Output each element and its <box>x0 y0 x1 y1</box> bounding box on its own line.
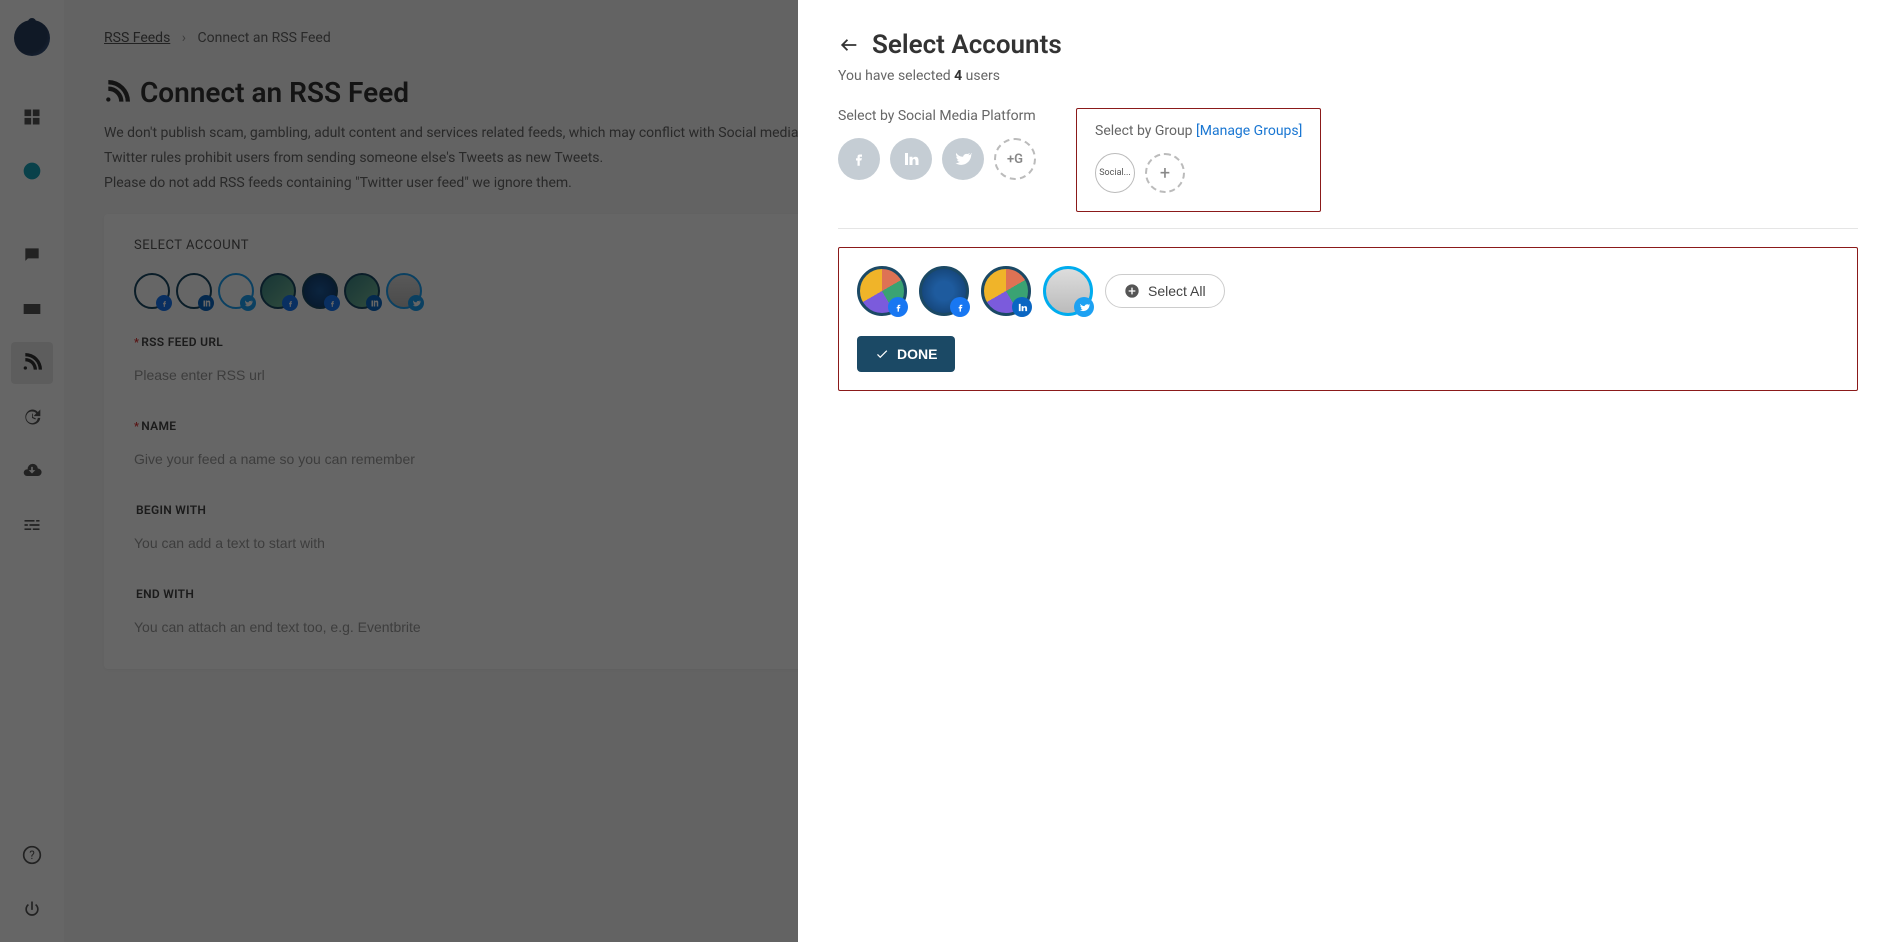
sub-prefix: You have selected <box>838 68 951 84</box>
group-chip[interactable]: Social... <box>1095 153 1135 193</box>
select-accounts-panel: Select Accounts You have selected 4 user… <box>798 0 1898 942</box>
panel-title: Select Accounts <box>872 30 1062 60</box>
divider <box>838 228 1858 229</box>
twitter-icon <box>1079 302 1090 313</box>
add-platform-button[interactable]: +G <box>994 138 1036 180</box>
done-label: DONE <box>897 346 937 362</box>
sub-count: 4 <box>954 68 962 84</box>
select-all-label: Select All <box>1148 283 1206 299</box>
account-avatar-3[interactable] <box>981 266 1031 316</box>
plus-circle-icon <box>1124 283 1140 299</box>
group-label-row: Select by Group [Manage Groups] <box>1095 123 1302 139</box>
platform-linkedin[interactable] <box>890 138 932 180</box>
arrow-left-icon <box>838 34 860 56</box>
account-avatar-2[interactable] <box>919 266 969 316</box>
select-by-platform: Select by Social Media Platform +G <box>838 108 1036 212</box>
manage-groups-link[interactable]: [Manage Groups] <box>1196 123 1302 139</box>
twitter-icon <box>954 150 972 168</box>
account-avatar-1[interactable] <box>857 266 907 316</box>
panel-subtext: You have selected 4 users <box>838 68 1858 84</box>
facebook-icon <box>850 150 868 168</box>
platform-label: Select by Social Media Platform <box>838 108 1036 124</box>
add-group-button[interactable]: + <box>1145 153 1185 193</box>
back-button[interactable] <box>838 34 860 56</box>
facebook-icon <box>955 302 966 313</box>
facebook-icon <box>893 302 904 313</box>
done-button[interactable]: DONE <box>857 336 955 372</box>
select-by-group: Select by Group [Manage Groups] Social..… <box>1076 108 1321 212</box>
sub-suffix: users <box>966 68 1000 84</box>
platform-facebook[interactable] <box>838 138 880 180</box>
group-label: Select by Group <box>1095 123 1193 139</box>
account-avatar-4[interactable] <box>1043 266 1093 316</box>
select-all-button[interactable]: Select All <box>1105 274 1225 308</box>
check-icon <box>875 347 889 361</box>
linkedin-icon <box>1017 302 1028 313</box>
accounts-selection-box: Select All DONE <box>838 247 1858 391</box>
platform-twitter[interactable] <box>942 138 984 180</box>
linkedin-icon <box>902 150 920 168</box>
